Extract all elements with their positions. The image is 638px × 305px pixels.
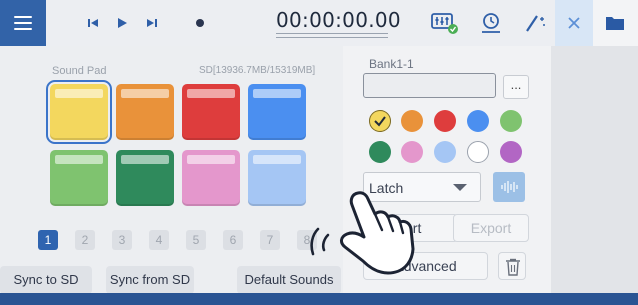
mixer-settings-icon[interactable]	[429, 9, 461, 37]
delete-button[interactable]	[498, 252, 526, 280]
page-button[interactable]: 6	[223, 230, 243, 250]
checkmark-icon	[374, 116, 386, 127]
pad-highlight	[55, 89, 103, 98]
transport-bar: 00:00:00.00	[46, 0, 561, 46]
waveform-icon	[501, 181, 518, 193]
sound-pad[interactable]	[182, 84, 240, 140]
page-button[interactable]: 4	[149, 230, 169, 250]
magic-wand-icon[interactable]	[522, 11, 548, 35]
playback-mode-select[interactable]: Latch	[363, 172, 481, 202]
page-button[interactable]: 2	[75, 230, 95, 250]
close-button[interactable]	[555, 0, 593, 46]
color-swatch[interactable]	[434, 141, 456, 163]
color-swatch[interactable]	[369, 141, 391, 163]
playback-mode-value: Latch	[369, 180, 404, 196]
sound-pad[interactable]	[248, 150, 306, 206]
page-button[interactable]: 1	[38, 230, 58, 250]
pad-highlight	[253, 89, 301, 98]
chevron-down-icon	[453, 184, 467, 191]
default-sounds-button[interactable]: Default Sounds	[237, 266, 341, 294]
timer-icon[interactable]	[478, 10, 506, 36]
skip-back-icon[interactable]	[83, 13, 103, 33]
advanced-button[interactable]: Advanced	[363, 252, 488, 280]
page-button[interactable]: 5	[186, 230, 206, 250]
bank-name-label: Bank1-1	[369, 57, 414, 71]
sound-pad[interactable]	[50, 150, 108, 206]
sound-pad-label: Sound Pad	[52, 65, 107, 77]
sound-pad-editor: Sound Pad SD[13936.7MB/15319MB] 12345678…	[0, 46, 638, 296]
timecode-display: 00:00:00.00	[276, 8, 401, 32]
color-swatch[interactable]	[369, 110, 391, 132]
folder-button[interactable]	[593, 0, 638, 46]
pad-settings-panel: Bank1-1 ... Latch ort Export Advanced	[343, 46, 551, 296]
menu-icon	[14, 16, 32, 30]
export-button[interactable]: Export	[453, 214, 529, 242]
pad-highlight	[187, 89, 235, 98]
close-icon	[568, 17, 580, 29]
pad-name-field[interactable]	[363, 73, 496, 98]
play-icon[interactable]	[112, 13, 132, 33]
record-icon[interactable]	[190, 13, 210, 33]
pad-highlight	[187, 155, 235, 164]
side-gutter	[551, 46, 638, 296]
sync-to-sd-button[interactable]: Sync to SD	[0, 266, 92, 294]
pad-highlight	[121, 89, 169, 98]
menu-button[interactable]	[0, 0, 46, 46]
page-button[interactable]: 7	[260, 230, 280, 250]
color-swatch[interactable]	[467, 141, 489, 163]
sound-pad[interactable]	[116, 150, 174, 206]
top-toolbar: 00:00:00.00	[0, 0, 638, 46]
sound-pad[interactable]	[116, 84, 174, 140]
pad-highlight	[55, 155, 103, 164]
page-button[interactable]: 8	[297, 230, 317, 250]
pad-highlight	[253, 155, 301, 164]
trash-icon	[506, 258, 520, 276]
timecode-underline	[276, 33, 388, 38]
import-button-label: ort	[405, 220, 422, 236]
color-swatch[interactable]	[401, 141, 423, 163]
color-swatch[interactable]	[467, 110, 489, 132]
pad-highlight	[121, 155, 169, 164]
color-swatch[interactable]	[434, 110, 456, 132]
sound-pad[interactable]	[46, 80, 112, 144]
color-swatch[interactable]	[500, 141, 522, 163]
waveform-button[interactable]	[493, 172, 525, 202]
page-button[interactable]: 3	[112, 230, 132, 250]
sd-capacity-label: SD[13936.7MB/15319MB]	[199, 65, 316, 76]
color-swatch[interactable]	[401, 110, 423, 132]
sound-pad[interactable]	[248, 84, 306, 140]
folder-icon	[606, 17, 624, 30]
color-swatch[interactable]	[500, 110, 522, 132]
skip-forward-icon[interactable]	[142, 13, 162, 33]
sync-from-sd-button[interactable]: Sync from SD	[106, 266, 194, 294]
status-bar	[0, 293, 638, 305]
sound-pad-panel: Sound Pad SD[13936.7MB/15319MB] 12345678…	[0, 46, 343, 296]
import-button[interactable]: ort	[363, 214, 458, 242]
more-options-button[interactable]: ...	[503, 75, 529, 99]
sound-pad[interactable]	[182, 150, 240, 206]
